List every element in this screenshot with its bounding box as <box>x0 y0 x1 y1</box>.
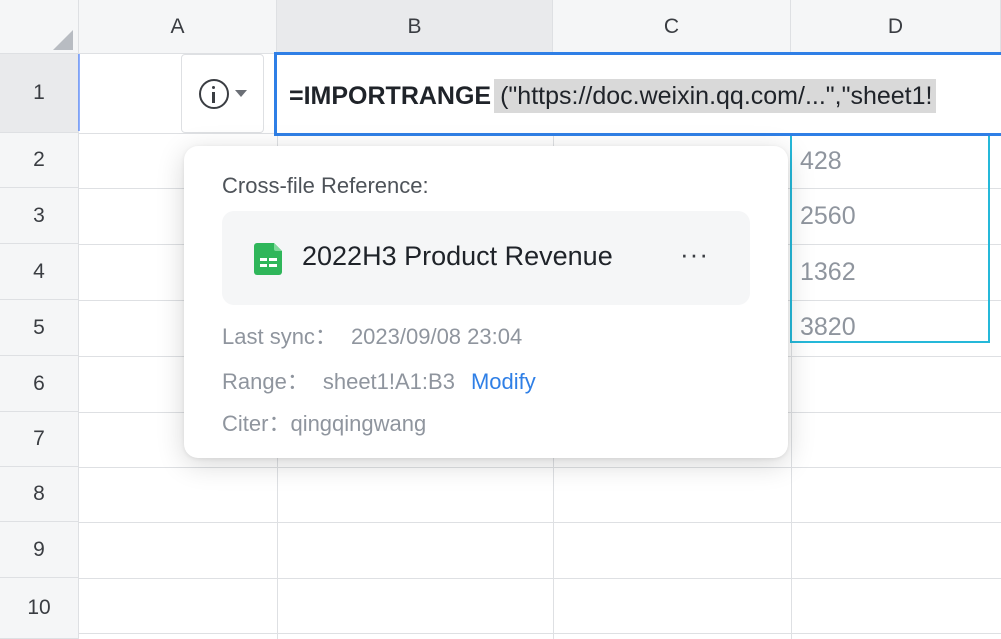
chevron-down-icon <box>234 90 247 97</box>
citer-value: qingqingwang <box>290 411 427 436</box>
referenced-file-card[interactable]: 2022H3 Product Revenue ··· <box>222 211 750 305</box>
referenced-file-name: 2022H3 Product Revenue <box>302 241 613 271</box>
citer-row: Citer：qingqingwang <box>222 406 426 438</box>
row-header-9[interactable]: 9 <box>0 522 79 578</box>
column-label: A <box>170 14 185 38</box>
formula-function: =IMPORTRANGE <box>289 82 492 110</box>
column-label: C <box>663 14 680 38</box>
column-label: B <box>407 14 422 38</box>
grid-line <box>79 633 1001 634</box>
select-all-corner[interactable] <box>0 0 79 54</box>
grid-line <box>79 467 1001 468</box>
last-sync-row: Last sync： 2023/09/08 23:04 <box>222 319 522 351</box>
row-header-4[interactable]: 4 <box>0 244 79 300</box>
row-header-10[interactable]: 10 <box>0 578 79 639</box>
spreadsheet-icon <box>254 243 282 275</box>
column-header-b[interactable]: B <box>277 0 553 54</box>
row-label: 6 <box>33 371 45 395</box>
row-header-8[interactable]: 8 <box>0 467 79 522</box>
referenced-range-highlight <box>790 134 990 343</box>
column-header-d[interactable]: D <box>791 0 1001 54</box>
row-label: 5 <box>33 315 45 339</box>
select-all-icon <box>53 30 73 50</box>
row-label: 4 <box>33 259 45 283</box>
row-label: 10 <box>27 596 51 619</box>
column-header-c[interactable]: C <box>553 0 791 54</box>
row-label: 3 <box>33 203 45 227</box>
grid-line <box>79 522 1001 523</box>
grid-line <box>79 578 1001 579</box>
row-header-3[interactable]: 3 <box>0 188 79 244</box>
row-label: 2 <box>33 148 45 171</box>
row-header-2[interactable]: 2 <box>0 133 79 188</box>
reference-info-button[interactable] <box>181 54 264 133</box>
column-header-a[interactable]: A <box>79 0 277 54</box>
row-label: 7 <box>33 427 45 450</box>
last-sync-label: Last sync： <box>222 324 337 349</box>
popover-title: Cross-file Reference: <box>222 173 429 198</box>
citer-label: Citer： <box>222 411 291 436</box>
range-row: Range： sheet1!A1:B3 Modify <box>222 364 536 396</box>
column-label: D <box>887 14 904 38</box>
info-icon <box>198 78 229 109</box>
cross-file-reference-popover: Cross-file Reference: 2022H3 Product Rev… <box>184 146 788 458</box>
row-label: 1 <box>33 81 45 104</box>
more-icon[interactable]: ··· <box>680 239 709 270</box>
modify-link[interactable]: Modify <box>471 369 536 394</box>
row-label: 8 <box>33 482 45 505</box>
row-header-1[interactable]: 1 <box>0 54 79 133</box>
row-label: 9 <box>33 537 45 561</box>
row-header-5[interactable]: 5 <box>0 300 79 356</box>
cell-a1-edge <box>78 54 80 131</box>
formula-arguments: ("https://doc.weixin.qq.com/...","sheet1… <box>494 79 937 113</box>
formula-cell-editor[interactable]: =IMPORTRANGE ("https://doc.weixin.qq.com… <box>274 52 1001 136</box>
last-sync-value: 2023/09/08 23:04 <box>350 324 523 349</box>
range-label: Range： <box>222 369 309 394</box>
range-value: sheet1!A1:B3 <box>322 369 455 394</box>
row-header-7[interactable]: 7 <box>0 412 79 467</box>
row-header-6[interactable]: 6 <box>0 356 79 412</box>
